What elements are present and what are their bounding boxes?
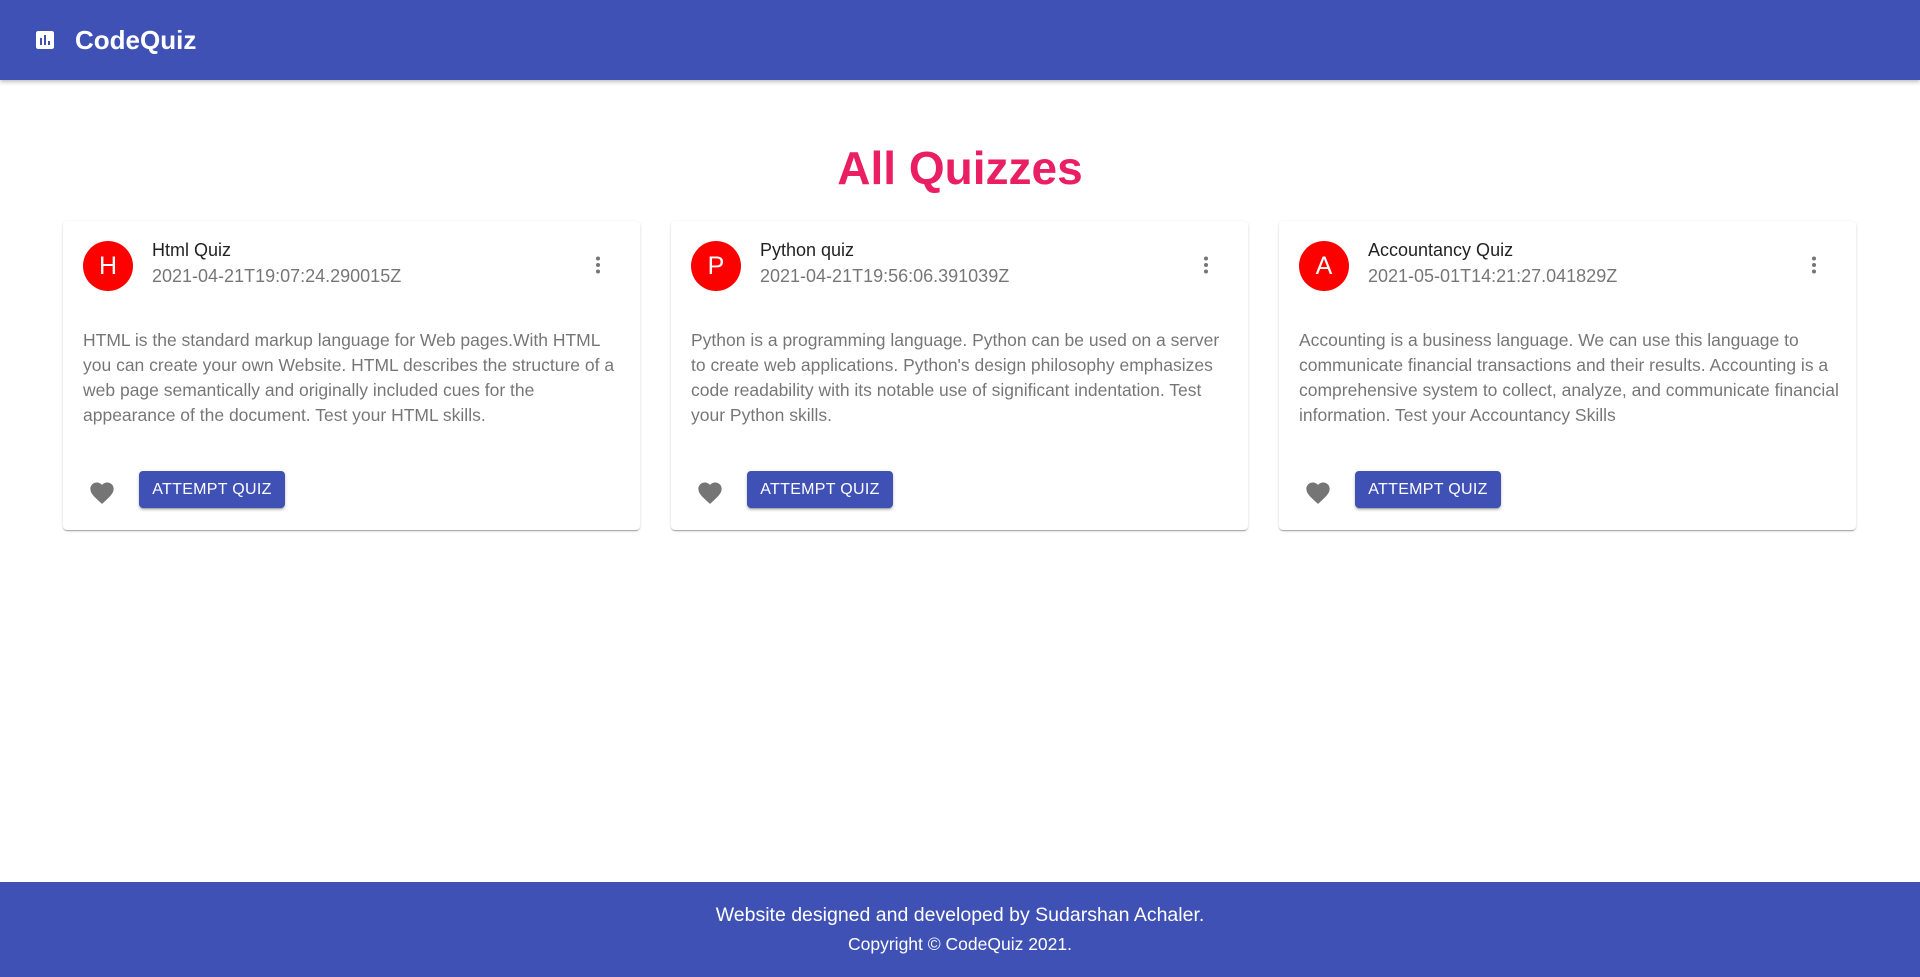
more-options-button[interactable] (1182, 241, 1230, 289)
avatar: A (1299, 241, 1349, 291)
quiz-description: Accounting is a business language. We ca… (1299, 330, 1839, 425)
avatar: P (691, 241, 741, 291)
quiz-timestamp: 2021-05-01T14:21:27.041829Z (1368, 266, 1618, 286)
favorite-button[interactable] (1294, 469, 1342, 517)
quiz-card: P Python quiz 2021-04-21T19:56:06.391039… (671, 221, 1248, 530)
attempt-quiz-button[interactable]: ATTEMPT QUIZ (139, 471, 285, 508)
bar-chart-icon (33, 28, 57, 52)
quiz-title: Python quiz (760, 240, 855, 260)
page-title: All Quizzes (837, 142, 1083, 194)
favorite-button[interactable] (686, 469, 734, 517)
quiz-card: A Accountancy Quiz 2021-05-01T14:21:27.0… (1279, 221, 1856, 530)
more-options-button[interactable] (574, 241, 622, 289)
quiz-description: HTML is the standard markup language for… (83, 330, 615, 425)
more-options-button[interactable] (1790, 241, 1838, 289)
avatar: H (83, 241, 133, 291)
heart-icon (1306, 482, 1330, 504)
more-vert-icon (596, 256, 600, 274)
quiz-card: H Html Quiz 2021-04-21T19:07:24.290015Z … (63, 221, 640, 530)
brand-title[interactable]: CodeQuiz (75, 25, 196, 56)
quiz-description: Python is a programming language. Python… (691, 330, 1220, 425)
quiz-timestamp: 2021-04-21T19:07:24.290015Z (152, 266, 402, 286)
attempt-quiz-button[interactable]: ATTEMPT QUIZ (1355, 471, 1501, 508)
quiz-timestamp: 2021-04-21T19:56:06.391039Z (760, 266, 1010, 286)
app-bar: CodeQuiz (0, 0, 1920, 80)
footer-credit: Website designed and developed by Sudars… (715, 904, 1205, 926)
quiz-card-list: H Html Quiz 2021-04-21T19:07:24.290015Z … (63, 221, 1858, 531)
quiz-title: Accountancy Quiz (1368, 240, 1514, 260)
heart-icon (698, 482, 722, 504)
quiz-title: Html Quiz (152, 240, 232, 260)
footer: Website designed and developed by Sudars… (0, 882, 1920, 977)
heart-icon (90, 482, 114, 504)
attempt-quiz-button[interactable]: ATTEMPT QUIZ (747, 471, 893, 508)
more-vert-icon (1812, 256, 1816, 274)
more-vert-icon (1204, 256, 1208, 274)
favorite-button[interactable] (78, 469, 126, 517)
footer-copyright: Copyright © CodeQuiz 2021. (848, 934, 1072, 954)
